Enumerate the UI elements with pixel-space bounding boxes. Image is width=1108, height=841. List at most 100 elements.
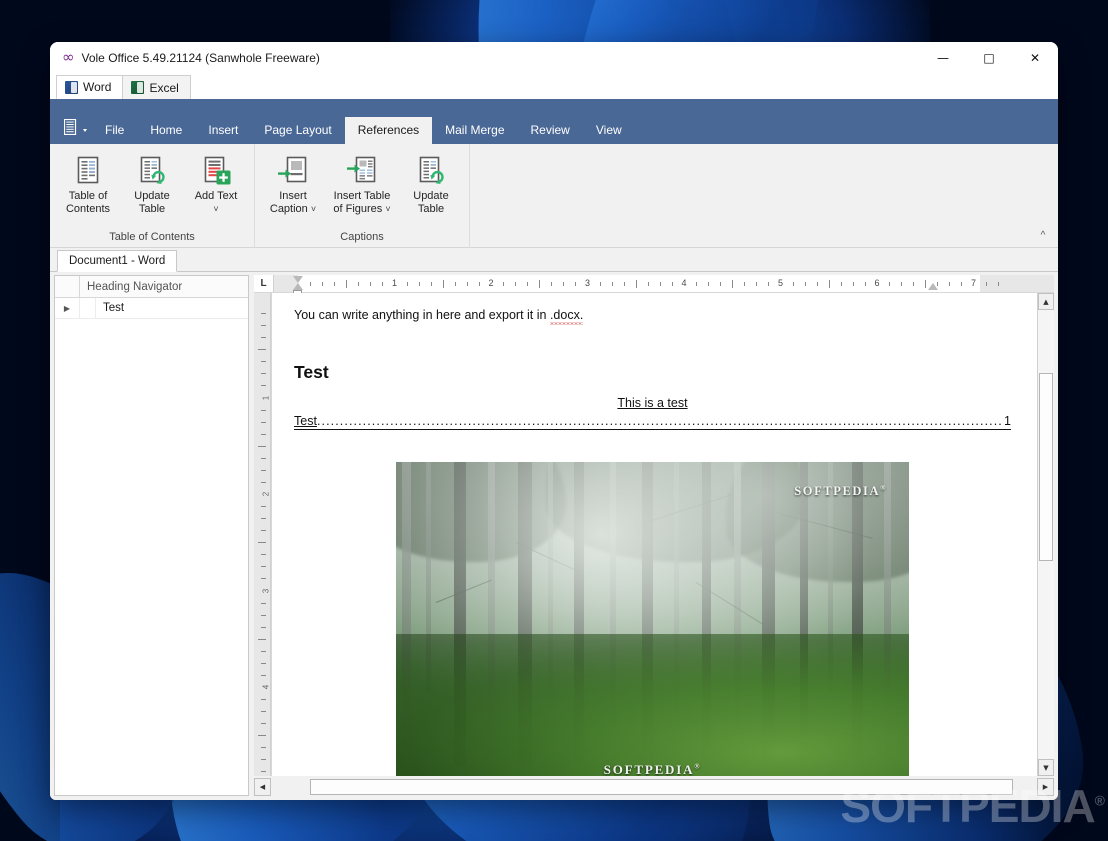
chevron-right-icon[interactable]: ▶ bbox=[55, 298, 80, 318]
vertical-ruler[interactable]: 12345 bbox=[254, 293, 271, 776]
navigator-header-label: Heading Navigator bbox=[87, 280, 183, 293]
infinity-icon: ∞ bbox=[62, 48, 75, 66]
hanging-indent-marker[interactable] bbox=[293, 283, 303, 290]
scroll-right-button[interactable]: ▶ bbox=[1037, 778, 1054, 796]
vertical-ruler-tick bbox=[258, 542, 266, 544]
vertical-scroll-thumb[interactable] bbox=[1039, 372, 1053, 562]
vertical-ruler-tick bbox=[261, 674, 266, 676]
vertical-ruler-tick bbox=[261, 506, 266, 508]
scroll-up-button[interactable]: ▲ bbox=[1038, 293, 1054, 310]
chevron-down-icon bbox=[82, 128, 87, 132]
navigator-header: Heading Navigator bbox=[55, 276, 248, 298]
ribbon-menu-icon[interactable] bbox=[58, 111, 92, 143]
right-indent-marker[interactable] bbox=[928, 283, 938, 290]
horizontal-scrollbar[interactable]: ◀ ▶ bbox=[254, 778, 1054, 796]
ruler-number: 5 bbox=[777, 278, 784, 288]
ruler-tick bbox=[756, 282, 758, 286]
table-of-contents-button[interactable]: Table of Contents bbox=[56, 151, 120, 231]
chevron-down-icon: ˅ bbox=[385, 203, 391, 214]
ruler-tick bbox=[768, 282, 770, 286]
horizontal-ruler-track[interactable]: 1 2 3 4 5 6 7 bbox=[274, 275, 1054, 298]
vertical-ruler-tick bbox=[261, 313, 266, 315]
ruler-tick bbox=[406, 282, 408, 286]
toc-entry[interactable]: Test ...................................… bbox=[294, 414, 1011, 430]
ruler-number: 6 bbox=[874, 278, 880, 288]
ruler-tick bbox=[816, 282, 818, 286]
ruler-tick bbox=[864, 282, 866, 286]
add-text-button[interactable]: Add Text ˅ bbox=[184, 151, 248, 231]
app-tab-word[interactable]: Word bbox=[56, 75, 124, 99]
horizontal-ruler[interactable]: L 1 2 3 4 5 6 7 bbox=[254, 275, 1054, 298]
document-area: L 1 2 3 4 5 6 7 1 2 3 4 5 bbox=[254, 275, 1054, 796]
close-button[interactable]: ✕ bbox=[1012, 42, 1058, 73]
ribbon-tab-insert[interactable]: Insert bbox=[195, 117, 251, 144]
ribbon-tab-page-layout[interactable]: Page Layout bbox=[251, 117, 344, 144]
maximize-button[interactable]: □ bbox=[966, 42, 1012, 73]
paragraph-text: You can write anything in here and expor… bbox=[294, 308, 550, 322]
vertical-ruler-tick bbox=[258, 445, 266, 447]
forest-ground bbox=[396, 633, 909, 776]
chevron-up-icon[interactable]: ^ bbox=[1034, 227, 1052, 243]
document-scroll-wrapper: You can write anything in here and expor… bbox=[271, 293, 1054, 776]
toc-entry-label: Test bbox=[294, 414, 317, 428]
document-tab-document1[interactable]: Document1 - Word bbox=[57, 250, 178, 272]
ribbon-tab-references[interactable]: References bbox=[344, 117, 433, 144]
insert-caption-label: Insert Caption ˅ bbox=[269, 190, 317, 215]
ruler-tick bbox=[310, 282, 312, 286]
insert-caption-button[interactable]: Insert Caption ˅ bbox=[261, 151, 325, 231]
heading-navigator-pane: Heading Navigator ▶ Test bbox=[54, 275, 249, 796]
document-main: You can write anything in here and expor… bbox=[271, 293, 1054, 776]
vertical-ruler-tick bbox=[261, 337, 266, 339]
vertical-ruler-tick bbox=[258, 638, 266, 640]
ruler-tick bbox=[901, 282, 903, 286]
ruler-tick bbox=[539, 280, 541, 288]
document-canvas[interactable]: You can write anything in here and expor… bbox=[271, 293, 1037, 776]
ruler-tick bbox=[442, 280, 444, 288]
update-table-button[interactable]: Update Table bbox=[120, 151, 184, 231]
horizontal-scroll-track[interactable] bbox=[272, 778, 1036, 796]
scroll-down-button[interactable]: ▼ bbox=[1038, 759, 1054, 776]
vertical-ruler-tick bbox=[258, 735, 266, 737]
ribbon-tab-review[interactable]: Review bbox=[518, 117, 583, 144]
document-page[interactable]: You can write anything in here and expor… bbox=[272, 293, 1037, 776]
table-of-contents-label: Table of Contents bbox=[65, 190, 111, 215]
vertical-ruler-tick bbox=[261, 759, 266, 761]
vertical-ruler-tick bbox=[261, 554, 266, 556]
vertical-ruler-tick bbox=[261, 481, 266, 483]
ruler-tick bbox=[961, 282, 963, 286]
update-table-figures-button[interactable]: Update Table bbox=[399, 151, 463, 231]
word-icon bbox=[65, 80, 78, 94]
ruler-tick bbox=[563, 282, 565, 286]
ruler-tick bbox=[997, 282, 999, 286]
minimize-button[interactable]: — bbox=[920, 42, 966, 73]
window-controls: — □ ✕ bbox=[920, 42, 1058, 73]
ruler-tick bbox=[370, 282, 372, 286]
add-text-label: Add Text ˅ bbox=[194, 190, 238, 214]
ribbon-tab-mail-merge[interactable]: Mail Merge bbox=[432, 117, 517, 144]
vertical-scroll-track[interactable] bbox=[1038, 310, 1054, 759]
ruler-number: 2 bbox=[488, 278, 494, 288]
first-line-indent-marker[interactable] bbox=[293, 276, 303, 283]
ribbon-group-title-table-of-contents: Table of Contents bbox=[109, 231, 195, 243]
scroll-left-button[interactable]: ◀ bbox=[254, 778, 271, 796]
tab-stop-selector[interactable]: L bbox=[254, 275, 274, 292]
app-tab-excel[interactable]: Excel bbox=[122, 75, 191, 99]
ribbon-group-table-of-contents: Table of Contents Update Table Add Text … bbox=[50, 144, 255, 248]
ruler-tick bbox=[744, 282, 746, 286]
ribbon-tab-file[interactable]: File bbox=[92, 117, 137, 144]
ruler-tick bbox=[322, 282, 324, 286]
workspace: Heading Navigator ▶ Test L 1234567 1 2 3… bbox=[50, 272, 1058, 800]
ribbon-tab-view[interactable]: View bbox=[583, 117, 635, 144]
ribbon-tab-home[interactable]: Home bbox=[137, 117, 195, 144]
insert-table-of-figures-button[interactable]: Insert Table of Figures ˅ bbox=[325, 151, 399, 231]
update-table-figures-icon bbox=[415, 154, 447, 186]
ruler-tick bbox=[804, 282, 806, 286]
ruler-tick bbox=[430, 282, 432, 286]
horizontal-scroll-thumb[interactable] bbox=[310, 779, 1014, 795]
vertical-scrollbar[interactable]: ▲ ▼ bbox=[1037, 293, 1054, 776]
ruler-tick bbox=[828, 280, 830, 288]
ruler-tick bbox=[551, 282, 553, 286]
document-image[interactable]: SOFTPEDIA® SOFTPEDIA® bbox=[396, 462, 909, 776]
navigator-row[interactable]: ▶ Test bbox=[55, 298, 248, 319]
ruler-tick bbox=[949, 282, 951, 286]
